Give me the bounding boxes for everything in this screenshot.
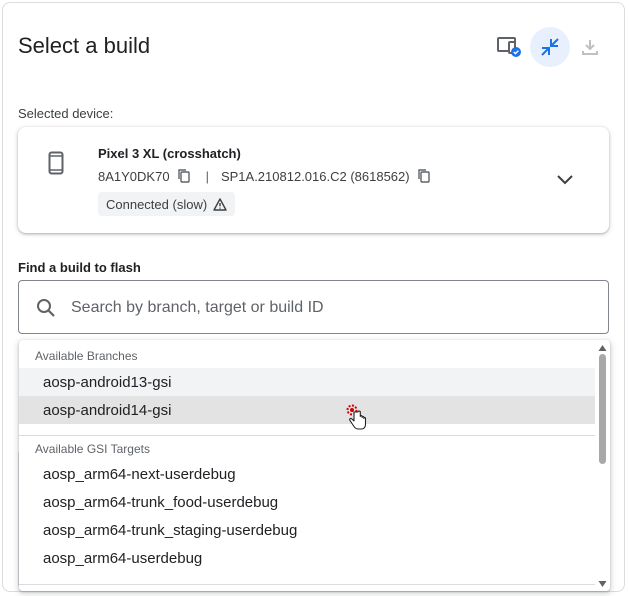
search-input[interactable] bbox=[69, 291, 593, 325]
collapse-arrows-icon bbox=[541, 38, 559, 56]
download-icon bbox=[582, 40, 598, 55]
scroll-up-icon[interactable] bbox=[598, 344, 607, 352]
search-box[interactable] bbox=[18, 280, 609, 334]
target-option[interactable]: aosp_arm64-trunk_staging-userdebug bbox=[19, 516, 595, 544]
device-mode-button[interactable] bbox=[490, 27, 530, 67]
hand-cursor-icon bbox=[346, 404, 367, 430]
branches-group-title: Available Branches bbox=[35, 349, 138, 363]
status-text: Connected (slow) bbox=[106, 196, 208, 212]
scroll-down-icon[interactable] bbox=[598, 580, 607, 588]
collapse-button[interactable] bbox=[530, 27, 570, 67]
status-badge: Connected (slow) bbox=[98, 192, 236, 216]
scrollbar-thumb[interactable] bbox=[599, 354, 606, 464]
group-divider bbox=[19, 584, 595, 585]
warning-icon bbox=[213, 197, 227, 211]
branch-option[interactable]: aosp-android14-gsi bbox=[19, 396, 595, 424]
details-separator: | bbox=[205, 168, 209, 184]
device-build: SP1A.210812.016.C2 (8618562) bbox=[220, 168, 410, 184]
target-option[interactable]: aosp_arm64-next-userdebug bbox=[19, 460, 595, 488]
device-serial: 8A1Y0DK70 bbox=[98, 168, 170, 184]
group-divider bbox=[19, 435, 595, 436]
branch-option[interactable]: aosp-android13-gsi bbox=[19, 368, 595, 396]
copy-icon[interactable] bbox=[416, 168, 432, 184]
copy-icon[interactable] bbox=[176, 168, 192, 184]
device-card[interactable]: Pixel 3 XL (crosshatch) 8A1Y0DK70 | SP1A… bbox=[18, 127, 609, 233]
find-build-label: Find a build to flash bbox=[18, 260, 141, 275]
chevron-down-icon[interactable] bbox=[555, 169, 575, 189]
targets-group-title: Available GSI Targets bbox=[35, 442, 150, 456]
device-details: 8A1Y0DK70 | SP1A.210812.016.C2 (8618562) bbox=[98, 168, 432, 184]
target-option[interactable]: aosp_arm64-userdebug bbox=[19, 544, 595, 572]
page-title: Select a build bbox=[18, 33, 151, 58]
build-dropdown: Available Branches aosp-android13-gsi ao… bbox=[19, 340, 610, 591]
selected-device-label: Selected device: bbox=[18, 106, 114, 121]
device-name: Pixel 3 XL (crosshatch) bbox=[98, 146, 241, 161]
search-icon bbox=[37, 299, 55, 317]
phone-icon bbox=[48, 151, 64, 175]
target-option[interactable]: aosp_arm64-trunk_food-userdebug bbox=[19, 488, 595, 516]
download-button[interactable] bbox=[570, 27, 610, 67]
device-mode-icon bbox=[497, 37, 521, 57]
